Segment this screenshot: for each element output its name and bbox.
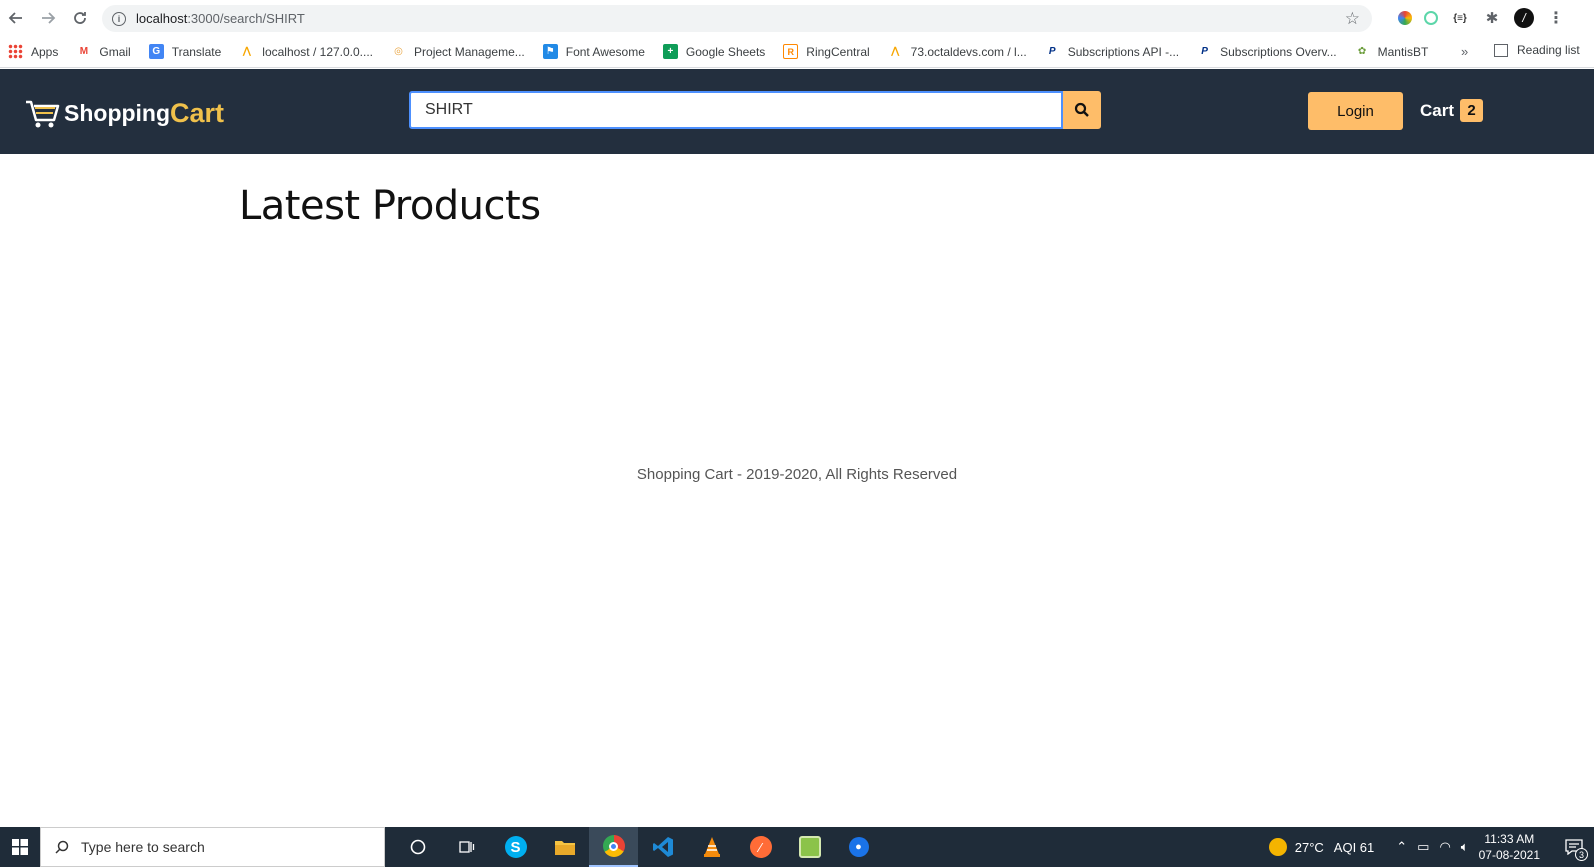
system-tray: 27°C AQI 61 ⌃ ▭ ◠ 🔈︎ 11:33 AM 07-08-2021… (1268, 827, 1594, 867)
maps-pin-icon[interactable]: ● (834, 827, 883, 867)
search-form (409, 91, 1101, 129)
wifi-icon[interactable]: ◠ (1439, 839, 1450, 855)
bookmarks-bar: Apps M Gmail G Translate ⋀ localhost / 1… (0, 36, 1594, 68)
profile-avatar[interactable]: / (1514, 8, 1534, 28)
extensions-puzzle-icon[interactable]: ✱ (1482, 8, 1502, 28)
search-icon (55, 840, 69, 854)
notepad-app-icon[interactable] (785, 827, 834, 867)
vscode-icon[interactable] (638, 827, 687, 867)
sheets-icon: + (662, 44, 678, 59)
notification-center-button[interactable]: 3 (1554, 827, 1594, 867)
bookmark-apps[interactable]: Apps (8, 44, 58, 59)
bookmark-subscriptions-overview[interactable]: P Subscriptions Overv... (1197, 44, 1336, 59)
menu-kebab-icon[interactable]: ⋮ (1546, 8, 1566, 28)
weather-widget[interactable]: 27°C AQI 61 (1268, 838, 1375, 856)
footer-text: Shopping Cart - 2019-2020, All Rights Re… (636, 466, 958, 483)
bookmark-ringcentral[interactable]: R RingCentral (783, 44, 870, 59)
tray-chevron-up-icon[interactable]: ⌃ (1396, 839, 1407, 855)
chrome-icon[interactable] (589, 827, 638, 867)
bookmark-localhost[interactable]: ⋀ localhost / 127.0.0.... (239, 44, 373, 59)
cart-count-badge: 2 (1460, 99, 1484, 122)
reading-list-button[interactable]: Reading list (1494, 43, 1580, 57)
phpmyadmin-icon: ⋀ (890, 46, 900, 57)
taskbar-clock[interactable]: 11:33 AM 07-08-2021 (1479, 831, 1540, 863)
vlc-icon[interactable] (687, 827, 736, 867)
skype-icon[interactable]: S (491, 827, 540, 867)
back-icon[interactable] (0, 0, 32, 36)
battery-icon[interactable]: ▭ (1417, 839, 1429, 855)
url-text: localhost:3000/search/SHIRT (136, 11, 305, 26)
mantis-icon: ✿ (1357, 46, 1367, 57)
bookmark-octaldevs[interactable]: ⋀ 73.octaldevs.com / l... (888, 44, 1027, 59)
weather-temperature: 27°C (1294, 839, 1324, 855)
bookmark-google-sheets[interactable]: + Google Sheets (662, 44, 765, 59)
cart-link[interactable]: Cart 2 (1420, 99, 1484, 122)
file-explorer-icon[interactable] (540, 827, 589, 867)
more-bookmarks-icon[interactable]: » (1461, 44, 1468, 59)
forward-icon[interactable] (32, 0, 64, 36)
json-extension-icon[interactable]: {≡} (1450, 8, 1470, 28)
phpmyadmin-icon: ⋀ (242, 46, 251, 57)
reading-list-icon (1494, 43, 1508, 57)
bookmark-project-management[interactable]: ◎ Project Manageme... (391, 44, 525, 59)
windows-taskbar: Type here to search S ⁄ ● 27°C AQI 61 ⌃ … (0, 827, 1594, 867)
apps-grid-icon (8, 44, 23, 59)
windows-logo-icon (12, 839, 28, 855)
brand-logo[interactable]: Shopping Cart (24, 96, 224, 130)
start-button[interactable] (0, 827, 40, 867)
green-extension-icon[interactable] (1424, 11, 1438, 25)
page-title: Latest Products (239, 183, 541, 229)
bookmark-translate[interactable]: G Translate (148, 44, 221, 59)
app-header: Shopping Cart Login Cart 2 (0, 69, 1594, 154)
search-input[interactable] (409, 91, 1063, 129)
site-info-icon[interactable]: i (112, 11, 126, 26)
cart-label: Cart (1420, 100, 1455, 120)
translate-icon: G (148, 44, 164, 59)
brand-name-shopping: Shopping (64, 99, 171, 126)
clock-date: 07-08-2021 (1478, 848, 1540, 862)
bookmark-mantisbt[interactable]: ✿ MantisBT (1355, 44, 1428, 59)
paypal-icon: P (1048, 46, 1056, 57)
taskbar-search-placeholder: Type here to search (81, 839, 205, 855)
bookmark-star-icon[interactable]: ☆ (1345, 9, 1360, 29)
postman-icon[interactable]: ⁄ (736, 827, 785, 867)
brand-name-cart: Cart (170, 97, 225, 128)
clock-time: 11:33 AM (1484, 832, 1535, 846)
gmail-icon: M (79, 46, 89, 57)
cortana-icon[interactable] (393, 827, 442, 867)
cart-logo-icon (26, 100, 60, 128)
weather-sun-icon (1268, 838, 1287, 856)
ringcentral-icon: R (783, 44, 799, 59)
taskbar-search-box[interactable]: Type here to search (40, 827, 385, 867)
color-extension-icon[interactable] (1398, 11, 1412, 25)
browser-toolbar: i localhost:3000/search/SHIRT ☆ {≡} ✱ / … (0, 0, 1594, 36)
login-button[interactable]: Login (1308, 92, 1403, 130)
volume-icon[interactable]: 🔈︎ (1461, 839, 1469, 855)
search-icon (1074, 102, 1089, 117)
notification-count-badge: 3 (1575, 848, 1588, 861)
task-view-icon[interactable] (442, 827, 491, 867)
bookmark-font-awesome[interactable]: ⚑ Font Awesome (542, 44, 645, 59)
font-awesome-icon: ⚑ (542, 44, 558, 59)
search-button[interactable] (1063, 91, 1101, 129)
address-bar[interactable]: i localhost:3000/search/SHIRT ☆ (102, 5, 1372, 32)
project-icon: ◎ (394, 46, 403, 57)
paypal-icon: P (1201, 46, 1208, 57)
weather-aqi: AQI 61 (1333, 839, 1375, 855)
reload-icon[interactable] (64, 0, 96, 36)
bookmark-subscriptions-api[interactable]: P Subscriptions API -... (1045, 44, 1179, 59)
bookmark-gmail[interactable]: M Gmail (76, 44, 131, 59)
